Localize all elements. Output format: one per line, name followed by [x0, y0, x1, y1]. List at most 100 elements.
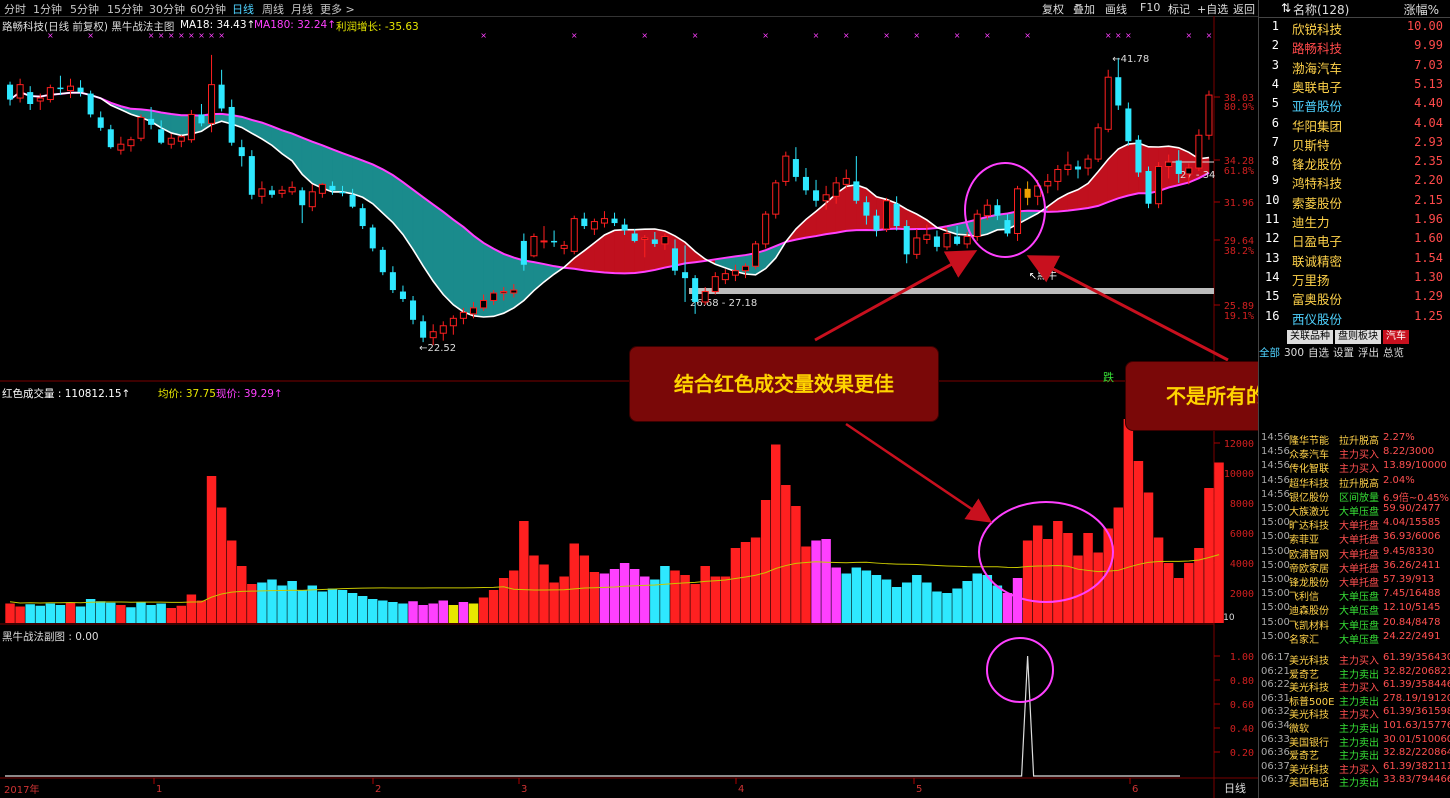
tab-5min[interactable]: 5分钟	[70, 1, 99, 17]
stock-row[interactable]: 7 贝斯特 2.93	[1259, 135, 1450, 154]
stock-row[interactable]: 11 迪生力 1.96	[1259, 212, 1450, 231]
filter-overview[interactable]: 总览	[1383, 347, 1404, 359]
flow-row[interactable]: 06:31 标普500E 主力卖出 278.19/19120	[1259, 693, 1450, 706]
flow-row[interactable]: 06:22 美光科技 主力买入 61.39/358446	[1259, 679, 1450, 692]
overlay-button[interactable]: 叠加	[1073, 1, 1095, 17]
tab-daily[interactable]: 日线	[232, 1, 254, 17]
stock-name[interactable]: 富奥股份	[1292, 289, 1342, 308]
tab-15min[interactable]: 15分钟	[107, 1, 143, 17]
volume-bar	[55, 605, 66, 623]
tab-monthly[interactable]: 月线	[291, 1, 313, 17]
volume-bar	[196, 600, 207, 623]
flow-row[interactable]: 06:36 爱奇艺 主力卖出 32.82/220864	[1259, 747, 1450, 760]
add-watchlist-button[interactable]: +自选	[1197, 1, 1228, 17]
tab-related[interactable]: 关联品种	[1287, 330, 1333, 344]
mark-button[interactable]: 标记	[1168, 1, 1190, 17]
stock-name[interactable]: 联诚精密	[1292, 251, 1342, 270]
stock-row[interactable]: 14 万里扬 1.30	[1259, 270, 1450, 289]
stock-name[interactable]: 日盈电子	[1292, 231, 1342, 250]
flow-row[interactable]: 06:37 美光科技 主力买入 61.39/382111	[1259, 761, 1450, 774]
change-column-header[interactable]: 涨幅%	[1404, 1, 1439, 18]
tab-auto[interactable]: 汽车	[1383, 330, 1409, 344]
flow-time: 06:37	[1261, 760, 1290, 772]
tab-30min[interactable]: 30分钟	[149, 1, 185, 17]
flow-row[interactable]: 14:56 众泰汽车 主力买入 8.22/3000	[1259, 446, 1450, 459]
stock-row[interactable]: 3 渤海汽车 7.03	[1259, 58, 1450, 77]
flow-action: 区间放量	[1339, 492, 1379, 502]
flow-row[interactable]: 15:00 名家汇 大单压盘 24.22/2491	[1259, 631, 1450, 644]
stock-row[interactable]: 9 鸿特科技 2.20	[1259, 173, 1450, 192]
candle-body	[187, 113, 195, 141]
stock-name[interactable]: 欣锐科技	[1292, 19, 1342, 38]
flow-row[interactable]: 14:56 隆华节能 拉升脱高 2.27%	[1259, 432, 1450, 445]
volume-tick-label: 12000	[1224, 439, 1254, 450]
stock-row[interactable]: 8 锋龙股份 2.35	[1259, 154, 1450, 173]
stock-name[interactable]: 锋龙股份	[1292, 154, 1342, 173]
candle-body	[933, 236, 940, 247]
filter-all[interactable]: 全部	[1259, 347, 1280, 359]
stock-name[interactable]: 亚普股份	[1292, 96, 1342, 115]
flow-row[interactable]: 15:00 帝欧家居 大单托盘 36.26/2411	[1259, 560, 1450, 573]
stock-name[interactable]: 渤海汽车	[1292, 58, 1342, 77]
stock-row[interactable]: 10 索菱股份 2.15	[1259, 193, 1450, 212]
back-button[interactable]: 返回	[1233, 1, 1255, 17]
tab-more[interactable]: 更多 >	[320, 1, 355, 17]
stock-name[interactable]: 贝斯特	[1292, 135, 1330, 154]
stock-row[interactable]: 5 亚普股份 4.40	[1259, 96, 1450, 115]
stock-row[interactable]: 16 西仪股份 1.25	[1259, 309, 1450, 328]
stock-name[interactable]: 奥联电子	[1292, 77, 1342, 96]
stock-name[interactable]: 鸿特科技	[1292, 173, 1342, 192]
flow-row[interactable]: 15:00 欧浦智网 大单托盘 9.45/8330	[1259, 546, 1450, 559]
signal-marker: ×	[843, 31, 850, 40]
volume-bar	[1204, 488, 1214, 623]
flow-row[interactable]: 06:33 美国银行 主力卖出 30.01/510060	[1259, 734, 1450, 747]
flow-value: 30.01/510060	[1383, 733, 1450, 745]
flow-row[interactable]: 15:00 索菲亚 大单托盘 36.93/6006	[1259, 531, 1450, 544]
flow-row[interactable]: 15:00 锋龙股份 大单托盘 57.39/913	[1259, 574, 1450, 587]
tab-sector[interactable]: 盘则板块	[1335, 330, 1381, 344]
stock-name[interactable]: 迪生力	[1292, 212, 1330, 231]
draw-line-button[interactable]: 画线	[1105, 1, 1127, 17]
f10-button[interactable]: F10	[1140, 1, 1160, 14]
stock-row[interactable]: 15 富奥股份 1.29	[1259, 289, 1450, 308]
stock-row[interactable]: 4 奥联电子 5.13	[1259, 77, 1450, 96]
stock-row[interactable]: 6 华阳集团 4.04	[1259, 116, 1450, 135]
flow-row[interactable]: 15:00 旷达科技 大单托盘 4.04/15585	[1259, 517, 1450, 530]
stock-name[interactable]: 华阳集团	[1292, 116, 1342, 135]
flow-row[interactable]: 14:56 传化智联 主力买入 13.89/10000	[1259, 460, 1450, 473]
tab-1min[interactable]: 1分钟	[33, 1, 62, 17]
stock-row[interactable]: 13 联诚精密 1.54	[1259, 251, 1450, 270]
flow-row[interactable]: 06:34 微软 主力卖出 101.63/15776	[1259, 720, 1450, 733]
tab-intraday[interactable]: 分时	[4, 1, 26, 17]
flow-row[interactable]: 06:17 美光科技 主力买入 61.39/356430	[1259, 652, 1450, 665]
flow-value: 13.89/10000	[1383, 460, 1447, 472]
flow-row[interactable]: 15:00 飞利信 大单压盘 7.45/16488	[1259, 588, 1450, 601]
flow-row[interactable]: 14:56 超华科技 拉升脱高 2.04%	[1259, 475, 1450, 488]
flow-action: 主力卖出	[1339, 696, 1379, 706]
flow-time: 06:31	[1261, 692, 1290, 704]
filter-300[interactable]: 300	[1284, 347, 1304, 359]
flow-row[interactable]: 15:00 飞凯材料 大单压盘 20.84/8478	[1259, 617, 1450, 630]
flow-row[interactable]: 14:56 银亿股份 区间放量 6.9倍~0.45%	[1259, 489, 1450, 502]
candle-body	[782, 155, 790, 182]
restore-rights-button[interactable]: 复权	[1042, 1, 1064, 17]
flow-row[interactable]: 06:37 美国电话 主力卖出 33.83/794466	[1259, 774, 1450, 787]
flow-row[interactable]: 15:00 大族激光 大单压盘 59.90/2477	[1259, 503, 1450, 516]
tab-60min[interactable]: 60分钟	[190, 1, 226, 17]
sort-icon[interactable]: ⇅	[1281, 1, 1291, 15]
flow-row[interactable]: 06:32 美光科技 主力买入 61.39/361598	[1259, 706, 1450, 719]
stock-row[interactable]: 12 日盈电子 1.60	[1259, 231, 1450, 250]
filter-settings[interactable]: 设置	[1333, 347, 1354, 359]
tab-weekly[interactable]: 周线	[262, 1, 284, 17]
filter-float[interactable]: 浮出	[1358, 347, 1379, 359]
stock-row[interactable]: 1 欣锐科技 10.00	[1259, 19, 1450, 38]
stock-row[interactable]: 2 路畅科技 9.99	[1259, 38, 1450, 57]
name-column-header[interactable]: 名称(128)	[1293, 1, 1349, 18]
stock-name[interactable]: 索菱股份	[1292, 193, 1342, 212]
stock-name[interactable]: 西仪股份	[1292, 309, 1342, 328]
flow-row[interactable]: 06:21 爱奇艺 主力卖出 32.82/206821	[1259, 666, 1450, 679]
flow-row[interactable]: 15:00 迪森股份 大单压盘 12.10/5145	[1259, 602, 1450, 615]
stock-name[interactable]: 万里扬	[1292, 270, 1330, 289]
filter-watchlist[interactable]: 自选	[1308, 347, 1329, 359]
stock-name[interactable]: 路畅科技	[1292, 38, 1342, 57]
